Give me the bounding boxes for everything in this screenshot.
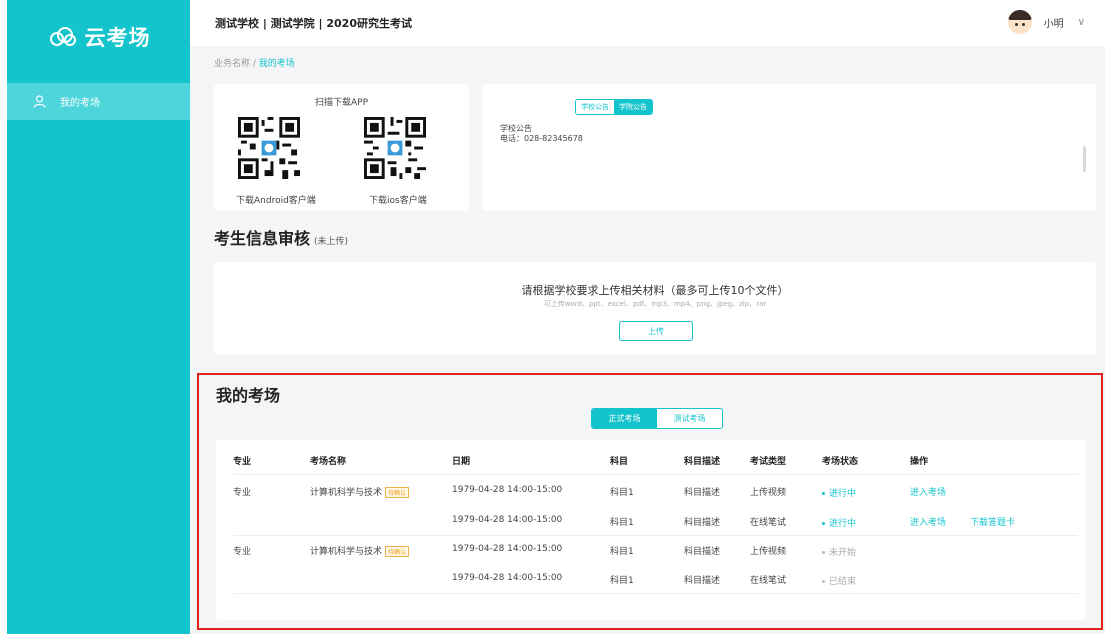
pending-tag: 待确认: [385, 546, 410, 557]
tab-college-notice[interactable]: 学院公告: [614, 100, 652, 114]
enter-exam-link[interactable]: 进入考场: [910, 485, 946, 498]
status-dot-icon: [822, 551, 825, 554]
download-answer-sheet-link[interactable]: 下载答题卡: [970, 515, 1015, 528]
my-exam-title: 我的考场: [216, 386, 281, 405]
pending-tag: 待确认: [385, 487, 410, 498]
page-header-title: 测试学校 | 测试学院 | 2020研究生考试: [215, 17, 412, 30]
status-text: 进行中: [829, 519, 857, 529]
main-content: 测试学校 | 测试学院 | 2020研究生考试 小明 ∨ 业务名称 / 我的考场…: [190, 0, 1105, 634]
user-name: 小明: [1043, 18, 1064, 30]
avatar: [1007, 10, 1032, 34]
cell-status: 已结束: [822, 574, 856, 587]
cell-exam-type: 在线笔试: [750, 518, 787, 528]
notice-tabs: 学校公告 学院公告: [575, 99, 653, 115]
top-header: 测试学校 | 测试学院 | 2020研究生考试 小明 ∨: [190, 0, 1105, 46]
cell-status: 进行中: [822, 486, 856, 499]
cell-exam-name: 计算机科学与技术 待确认: [310, 544, 410, 557]
upload-hint: 可上传word、ppt、excel、pdf、mp3、mp4、png、jpeg、z…: [543, 300, 767, 308]
cell-subject: 科目1: [610, 576, 634, 586]
app-download-title: 扫描下载APP: [314, 98, 368, 108]
cell-exam-type: 在线笔试: [750, 576, 787, 586]
upload-button[interactable]: 上传: [619, 321, 693, 341]
notice-phone: 电话：028-82345678: [500, 134, 583, 143]
cell-date: 1979-04-28 14:00-15:00: [452, 573, 563, 583]
app-download-card: 扫描下载APP 下载Android客户端 下载ios客户端: [214, 84, 469, 211]
cell-subject-desc: 科目描述: [684, 547, 721, 557]
info-review-status: (未上传): [314, 237, 349, 247]
column-header-status: 考场状态: [822, 457, 859, 467]
cell-exam-type: 上传视频: [750, 547, 787, 557]
cell-subject: 科目1: [610, 518, 634, 528]
column-header-date: 日期: [452, 457, 471, 467]
chevron-down-icon: ∨: [1077, 16, 1085, 28]
sidebar-item-my-exam[interactable]: 我的考场: [7, 83, 190, 120]
column-header-exam-name: 考场名称: [310, 457, 347, 467]
android-download-label[interactable]: 下载Android客户端: [236, 193, 316, 206]
column-header-subject-desc: 科目描述: [684, 457, 721, 467]
android-qr-code: [238, 117, 300, 179]
cell-exam-type: 上传视频: [750, 488, 787, 498]
app-logo[interactable]: 云考场: [7, 0, 190, 74]
exam-name-text: 计算机科学与技术: [310, 547, 383, 557]
status-dot-icon: [822, 492, 825, 495]
my-exam-section: 我的考场 正式考场 测试考场 专业 考场名称 日期 科目 科目描述 考试类型 考…: [197, 373, 1103, 630]
row-divider: [233, 593, 1078, 594]
cell-status: 未开始: [822, 545, 856, 558]
row-divider: [233, 535, 1078, 536]
cell-major: 专业: [233, 488, 252, 498]
exam-tabs: 正式考场 测试考场: [591, 408, 723, 429]
cell-subject-desc: 科目描述: [684, 488, 721, 498]
user-icon: [33, 95, 46, 108]
sidebar: 云考场 我的考场: [7, 0, 190, 634]
cell-subject-desc: 科目描述: [684, 518, 721, 528]
column-header-exam-type: 考试类型: [750, 457, 787, 467]
cloud-logo-icon: [49, 27, 76, 46]
status-text: 已结束: [829, 577, 857, 587]
notice-card: 学校公告 学院公告 学校公告 电话：028-82345678: [482, 84, 1096, 211]
cell-date: 1979-04-28 14:00-15:00: [452, 544, 563, 554]
tab-test-exam[interactable]: 测试考场: [657, 409, 722, 428]
notice-scrollbar[interactable]: [1083, 146, 1086, 172]
breadcrumb-parent[interactable]: 业务名称 /: [214, 59, 256, 69]
logo-text: 云考场: [84, 26, 151, 50]
sidebar-item-label: 我的考场: [60, 98, 100, 109]
upload-title: 请根据学校要求上传相关材料（最多可上传10个文件）: [521, 284, 789, 297]
column-header-major: 专业: [233, 457, 252, 467]
status-dot-icon: [822, 522, 825, 525]
cell-status: 进行中: [822, 516, 856, 529]
cell-major: 专业: [233, 547, 252, 557]
tab-school-notice[interactable]: 学校公告: [576, 100, 614, 114]
breadcrumb-current: 我的考场: [258, 59, 295, 69]
cell-subject: 科目1: [610, 547, 634, 557]
user-menu[interactable]: 小明 ∨: [1007, 10, 1085, 34]
breadcrumb: 业务名称 / 我的考场: [214, 56, 295, 69]
status-text: 进行中: [829, 489, 857, 499]
cell-exam-name: 计算机科学与技术 待确认: [310, 485, 410, 498]
status-text: 未开始: [829, 548, 857, 558]
cell-date: 1979-04-28 14:00-15:00: [452, 485, 563, 495]
status-dot-icon: [822, 580, 825, 583]
ios-download-label[interactable]: 下载ios客户端: [369, 193, 427, 206]
info-review-heading: 考生信息审核 (未上传): [214, 225, 348, 249]
exam-table: 专业 考场名称 日期 科目 科目描述 考试类型 考场状态 操作 专业计算机科学与…: [216, 440, 1086, 620]
cell-date: 1979-04-28 14:00-15:00: [452, 515, 563, 525]
upload-card: 请根据学校要求上传相关材料（最多可上传10个文件） 可上传word、ppt、ex…: [214, 262, 1096, 355]
header-divider: [233, 474, 1078, 475]
cell-subject-desc: 科目描述: [684, 576, 721, 586]
column-header-subject: 科目: [610, 457, 629, 467]
ios-qr-code: [364, 117, 426, 179]
info-review-title: 考生信息审核: [214, 229, 311, 248]
enter-exam-link[interactable]: 进入考场: [910, 515, 946, 528]
exam-name-text: 计算机科学与技术: [310, 488, 383, 498]
tab-formal-exam[interactable]: 正式考场: [592, 409, 657, 428]
cell-subject: 科目1: [610, 488, 634, 498]
column-header-actions: 操作: [910, 457, 929, 467]
